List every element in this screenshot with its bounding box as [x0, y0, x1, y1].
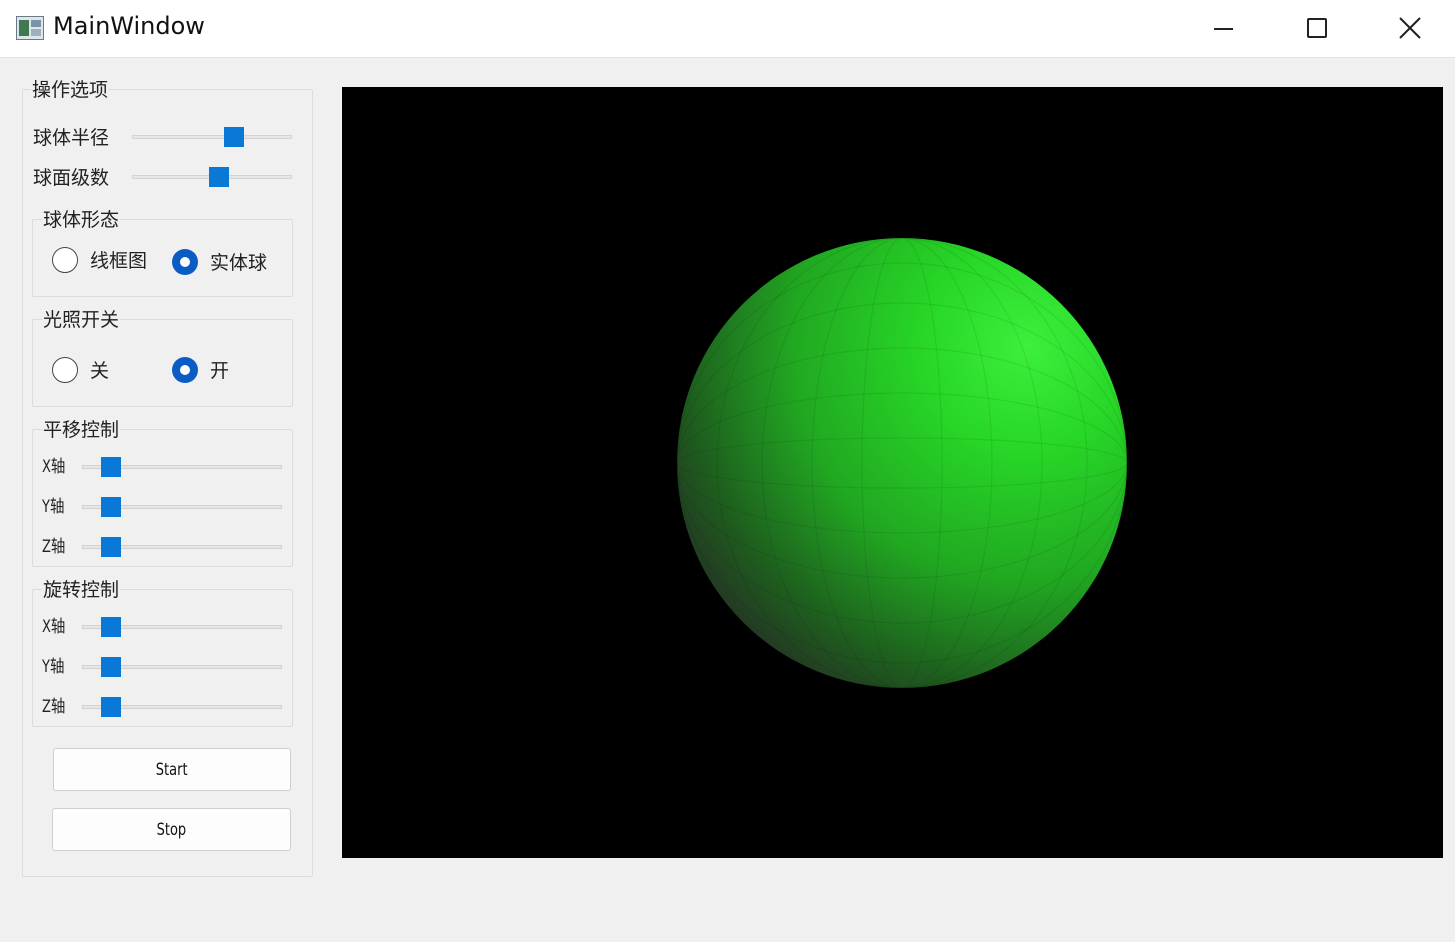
sphere-levels-label: 球面级数 [33, 167, 110, 189]
rotate-z-slider-handle[interactable] [101, 697, 121, 717]
radio-wireframe[interactable] [52, 247, 78, 273]
shape-group-title: 球体形态 [42, 209, 121, 231]
radio-light-on-label: 开 [210, 360, 230, 382]
stop-button-label: Stop [156, 819, 187, 840]
stop-button[interactable]: Stop [52, 808, 291, 851]
sphere-levels-slider[interactable] [132, 167, 292, 187]
close-button[interactable] [1362, 0, 1454, 57]
minimize-icon [1214, 28, 1233, 30]
radio-light-off[interactable] [52, 357, 78, 383]
rotate-group-title: 旋转控制 [42, 579, 121, 601]
translate-y-slider-handle[interactable] [101, 497, 121, 517]
maximize-icon [1307, 18, 1327, 38]
rotate-x-slider-handle[interactable] [101, 617, 121, 637]
window-title: MainWindow [53, 12, 205, 40]
translate-z-slider[interactable] [82, 537, 282, 557]
translate-y-slider[interactable] [82, 497, 282, 517]
maximize-button[interactable] [1269, 0, 1361, 57]
options-group-title: 操作选项 [31, 79, 110, 101]
sphere [677, 238, 1127, 688]
close-icon [1399, 17, 1421, 39]
rotate-z-slider[interactable] [82, 697, 282, 717]
translate-x-label: X轴 [42, 457, 66, 477]
start-button-label: Start [156, 759, 188, 780]
sphere-radius-slider-handle[interactable] [223, 127, 244, 147]
start-button[interactable]: Start [53, 748, 291, 791]
radio-solid-label: 实体球 [210, 252, 268, 274]
rotate-y-label: Y轴 [42, 657, 65, 677]
translate-z-label: Z轴 [42, 537, 66, 557]
lighting-group-title: 光照开关 [42, 309, 121, 331]
radio-light-off-label: 关 [90, 360, 110, 382]
sphere-render [677, 238, 1127, 688]
minimize-button[interactable] [1176, 0, 1268, 57]
rotate-z-label: Z轴 [42, 697, 66, 717]
radio-wireframe-label: 线框图 [90, 250, 148, 272]
translate-y-label: Y轴 [42, 497, 65, 517]
rotate-x-slider[interactable] [82, 617, 282, 637]
rotate-x-label: X轴 [42, 617, 66, 637]
sphere-levels-slider-handle[interactable] [209, 167, 230, 187]
radio-solid[interactable] [172, 249, 198, 275]
app-icon [16, 16, 44, 40]
sphere-radius-label: 球体半径 [33, 127, 110, 149]
translate-x-slider-handle[interactable] [101, 457, 121, 477]
translate-x-slider[interactable] [82, 457, 282, 477]
translate-z-slider-handle[interactable] [101, 537, 121, 557]
rotate-y-slider-handle[interactable] [101, 657, 121, 677]
sphere-radius-slider[interactable] [132, 127, 292, 147]
translate-group-title: 平移控制 [42, 419, 121, 441]
title-bar: MainWindow [0, 0, 1455, 58]
gl-viewport[interactable] [342, 87, 1443, 858]
rotate-y-slider[interactable] [82, 657, 282, 677]
radio-light-on[interactable] [172, 357, 198, 383]
